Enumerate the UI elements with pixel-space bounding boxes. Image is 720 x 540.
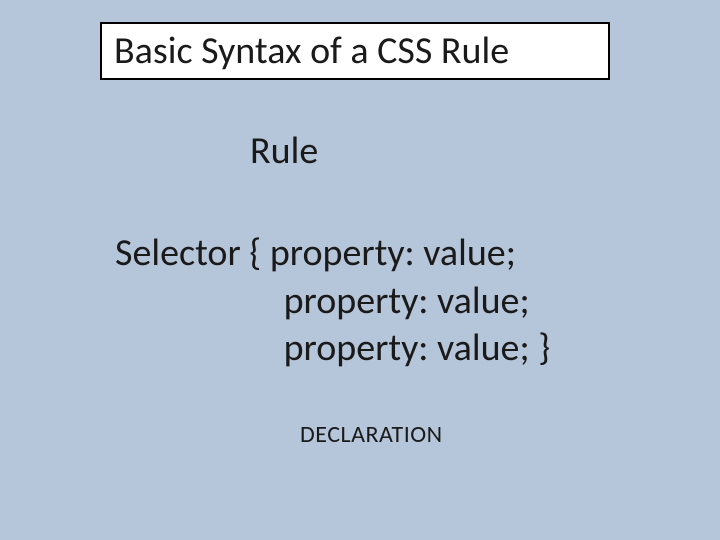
syntax-block: Selector { property: value; property: va… — [115, 230, 550, 373]
syntax-prop-2: property: value; — [284, 278, 530, 324]
syntax-line-2: property: value; — [115, 278, 550, 326]
syntax-prop-1: property: value; — [270, 230, 516, 276]
syntax-line-1: Selector { property: value; — [115, 230, 550, 278]
syntax-selector: Selector { — [115, 230, 270, 276]
declaration-label: DECLARATION — [300, 420, 443, 449]
slide-title: Basic Syntax of a CSS Rule — [114, 28, 509, 74]
syntax-line-3: property: value; } — [115, 325, 550, 373]
syntax-prop-3: property: value; } — [284, 325, 551, 371]
slide-title-box: Basic Syntax of a CSS Rule — [100, 22, 610, 80]
rule-label: Rule — [250, 128, 318, 174]
